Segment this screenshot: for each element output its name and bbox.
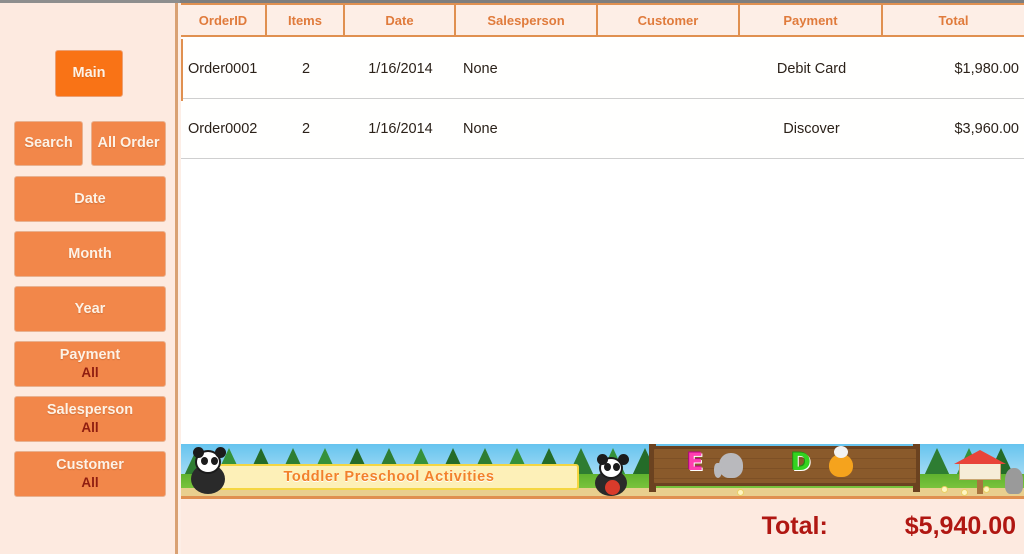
filter-salesperson-label: Salesperson [46,402,134,419]
app-root: Main Search All Order Date Month Year Pa… [0,0,1024,554]
elephant-icon [714,453,743,478]
main-button[interactable]: Main [55,50,123,97]
total-label: Total: [761,512,828,540]
all-order-button[interactable]: All Order [91,121,166,166]
ad-title-text: Toddler Preschool Activities [283,469,495,485]
cell-total: $3,960.00 [954,120,1019,137]
flower-icon [961,489,968,496]
column-header-customer[interactable]: Customer [598,5,740,35]
column-header-total-label: Total [938,12,969,28]
table-header: OrderID Items Date Salesperson Customer … [181,3,1024,37]
filter-year-button[interactable]: Year [14,286,166,332]
cell-customer [598,39,740,98]
panda-icon [211,457,218,465]
main-button-label: Main [72,65,106,82]
flower-icon [941,486,948,493]
status-bar [0,0,1024,3]
filter-date-button[interactable]: Date [14,176,166,222]
cell-orderid: Order0001 [188,60,258,77]
column-header-customer-label: Customer [637,12,699,28]
filter-payment-button[interactable]: Payment All [14,341,166,387]
column-header-salesperson[interactable]: Salesperson [456,5,598,35]
panda-icon [618,454,629,465]
cell-date: 1/16/2014 [368,60,433,77]
table-body: Order0001 2 1/16/2014 None Debit Card $1… [181,39,1024,444]
column-header-items-label: Items [288,12,322,28]
cell-customer [598,99,740,158]
status-bar-segment [180,0,1024,3]
search-button-label: Search [24,135,73,152]
ad-title-plaque: Toddler Preschool Activities [199,464,579,490]
filter-customer-value: All [81,475,99,491]
cell-items: 2 [301,120,311,137]
panda-icon [215,447,226,458]
filter-salesperson-value: All [81,420,99,436]
ball-icon [605,480,620,495]
panda-icon [604,463,611,471]
panda-icon [201,457,208,465]
flower-icon [983,486,990,493]
all-order-button-label: All Order [97,135,160,152]
filter-month-label: Month [68,245,112,262]
cell-orderid: Order0002 [188,120,258,137]
column-header-payment-label: Payment [783,12,838,28]
table-row[interactable]: Order0002 2 1/16/2014 None Discover $3,9… [181,99,1024,159]
column-header-date-label: Date [385,12,414,28]
column-header-items[interactable]: Items [267,5,345,35]
duck-icon [829,446,853,477]
main-pane: OrderID Items Date Salesperson Customer … [181,0,1024,554]
column-header-payment[interactable]: Payment [740,5,883,35]
search-button[interactable]: Search [14,121,83,166]
birdhouse-icon [954,450,1006,464]
total-value: $5,940.00 [904,512,1016,540]
column-header-date[interactable]: Date [345,5,456,35]
cell-total: $1,980.00 [954,60,1019,77]
filter-payment-value: All [81,365,99,381]
filter-date-label: Date [74,190,106,207]
cell-items: 2 [301,60,311,77]
cell-salesperson: None [463,60,498,77]
total-footer: Total: $5,940.00 [181,496,1024,554]
filter-payment-label: Payment [59,347,121,364]
column-header-salesperson-label: Salesperson [487,12,565,28]
cell-payment: Debit Card [776,60,847,77]
table-row[interactable]: Order0001 2 1/16/2014 None Debit Card $1… [181,39,1024,99]
column-header-orderid[interactable]: OrderID [181,5,267,35]
ad-banner[interactable]: Toddler Preschool Activities E D [181,444,1024,496]
cell-payment: Discover [783,120,840,137]
filter-customer-label: Customer [56,457,124,474]
birdhouse-icon [959,462,1001,480]
sidebar: Main Search All Order Date Month Year Pa… [0,0,178,554]
cell-date: 1/16/2014 [368,120,433,137]
sign-letter-e: E [687,448,704,476]
column-header-total[interactable]: Total [883,5,1024,35]
rock-icon [1005,468,1023,494]
flower-icon [737,489,744,496]
sign-letter-d: D [791,448,811,476]
column-header-orderid-label: OrderID [198,12,248,28]
filter-year-label: Year [74,300,106,317]
table-left-accent [181,39,183,101]
filter-salesperson-button[interactable]: Salesperson All [14,396,166,442]
cell-salesperson: None [463,120,498,137]
filter-customer-button[interactable]: Customer All [14,451,166,497]
panda-icon [613,463,620,471]
filter-month-button[interactable]: Month [14,231,166,277]
